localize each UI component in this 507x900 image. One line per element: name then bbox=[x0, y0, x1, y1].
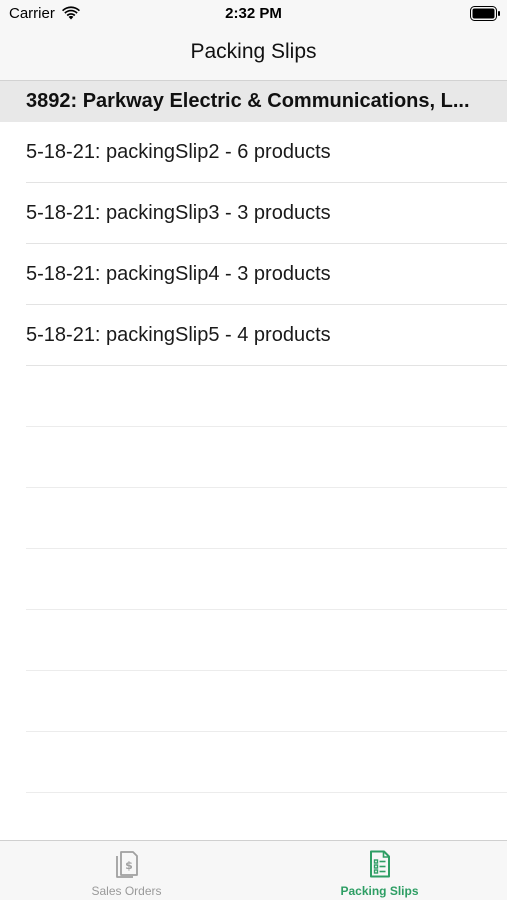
empty-row bbox=[0, 671, 507, 732]
tab-packing-slips[interactable]: Packing Slips bbox=[253, 841, 506, 900]
section-header: 3892: Parkway Electric & Communications,… bbox=[0, 80, 507, 122]
tab-sales-orders-label: Sales Orders bbox=[91, 884, 162, 898]
packing-slip-label: 5-18-21: packingSlip4 - 3 products bbox=[26, 263, 331, 285]
battery-icon bbox=[470, 6, 500, 21]
status-bar: Carrier 2:32 PM bbox=[0, 0, 507, 28]
page-title: Packing Slips bbox=[190, 40, 317, 63]
empty-row bbox=[0, 366, 507, 427]
customer-section-title: 3892: Parkway Electric & Communications,… bbox=[26, 90, 470, 112]
empty-row bbox=[0, 732, 507, 793]
packing-slip-list: 5-18-21: packingSlip2 - 6 products 5-18-… bbox=[0, 122, 507, 793]
status-time: 2:32 PM bbox=[225, 5, 282, 22]
packing-slip-row[interactable]: 5-18-21: packingSlip2 - 6 products bbox=[0, 122, 507, 183]
tab-packing-slips-label: Packing Slips bbox=[340, 884, 419, 898]
empty-row bbox=[0, 427, 507, 488]
packing-slip-row[interactable]: 5-18-21: packingSlip5 - 4 products bbox=[0, 305, 507, 366]
empty-row bbox=[0, 488, 507, 549]
packing-slip-label: 5-18-21: packingSlip3 - 3 products bbox=[26, 202, 331, 224]
packing-slip-row[interactable]: 5-18-21: packingSlip4 - 3 products bbox=[0, 244, 507, 305]
sales-orders-icon: $ bbox=[116, 851, 138, 878]
packing-slip-row[interactable]: 5-18-21: packingSlip3 - 3 products bbox=[0, 183, 507, 244]
packing-slip-label: 5-18-21: packingSlip2 - 6 products bbox=[26, 141, 331, 163]
svg-text:$: $ bbox=[125, 859, 133, 872]
tab-bar: $ Sales Orders Packing Slips bbox=[0, 840, 507, 900]
navigation-bar: Packing Slips bbox=[0, 28, 507, 80]
packing-slips-icon bbox=[370, 850, 390, 878]
packing-slip-label: 5-18-21: packingSlip5 - 4 products bbox=[26, 324, 331, 346]
tab-sales-orders[interactable]: $ Sales Orders bbox=[0, 841, 253, 900]
empty-row bbox=[0, 610, 507, 671]
empty-row bbox=[0, 549, 507, 610]
